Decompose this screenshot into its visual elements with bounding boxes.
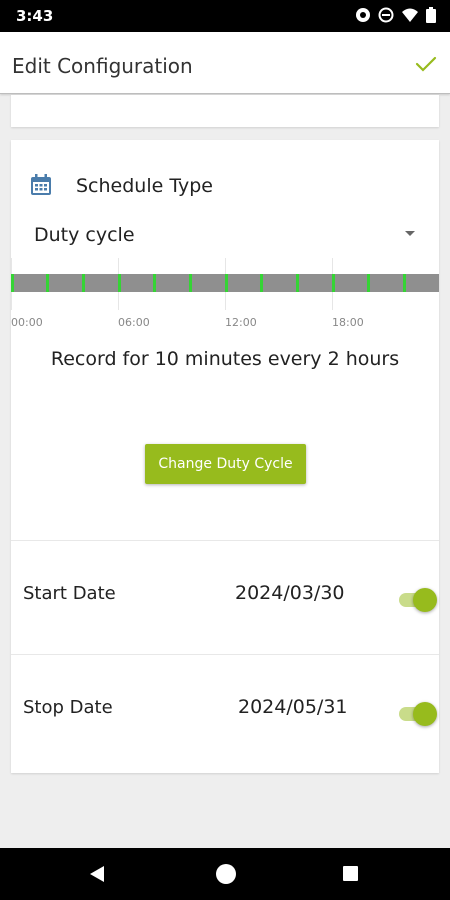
schedule-type-dropdown[interactable]: Duty cycle	[23, 214, 415, 254]
timeline-record-tick	[367, 274, 370, 292]
duty-cycle-summary: Record for 10 minutes every 2 hours	[50, 348, 400, 370]
timeline-record-tick	[189, 274, 192, 292]
home-icon[interactable]	[216, 864, 236, 884]
timeline-record-tick	[296, 274, 299, 292]
timeline-record-tick	[11, 274, 14, 292]
schedule-card: Schedule Type Duty cycle 00:00 06:00 12:…	[11, 140, 439, 773]
previous-settings-card	[11, 95, 439, 127]
schedule-type-value: Duty cycle	[34, 224, 135, 246]
duty-cycle-timeline: 00:00 06:00 12:00 18:00	[11, 258, 439, 338]
timeline-record-tick	[118, 274, 121, 292]
calendar-icon	[30, 174, 52, 196]
do-not-disturb-icon	[378, 7, 394, 28]
timeline-record-tick	[260, 274, 263, 292]
timeline-record-tick	[225, 274, 228, 292]
timeline-record-tick	[153, 274, 156, 292]
check-icon[interactable]	[414, 54, 438, 74]
divider	[11, 540, 439, 541]
timeline-record-tick	[332, 274, 335, 292]
start-date-label: Start Date	[23, 583, 116, 604]
divider	[11, 654, 439, 655]
status-icons	[355, 7, 436, 28]
start-date-toggle[interactable]	[399, 587, 437, 613]
status-bar: 3:43	[0, 0, 450, 32]
recents-icon[interactable]	[343, 866, 358, 881]
change-duty-cycle-button[interactable]: Change Duty Cycle	[145, 444, 306, 484]
stop-date-label: Stop Date	[23, 697, 113, 718]
timeline-label: 06:00	[118, 316, 150, 329]
status-time: 3:43	[16, 7, 54, 25]
eye-icon	[355, 7, 371, 28]
app-bar: Edit Configuration	[0, 32, 450, 94]
timeline-label: 12:00	[225, 316, 257, 329]
timeline-record-tick	[403, 274, 406, 292]
timeline-label: 00:00	[11, 316, 43, 329]
battery-icon	[426, 7, 436, 28]
timeline-label: 18:00	[332, 316, 364, 329]
toggle-thumb	[413, 702, 437, 726]
system-nav-bar	[0, 848, 450, 900]
timeline-record-tick	[82, 274, 85, 292]
timeline-record-tick	[46, 274, 49, 292]
page-title: Edit Configuration	[12, 54, 193, 78]
dropdown-arrow-icon	[405, 231, 415, 236]
back-icon[interactable]	[90, 866, 104, 882]
toggle-thumb	[413, 588, 437, 612]
schedule-type-label: Schedule Type	[76, 175, 213, 197]
wifi-icon	[401, 7, 419, 28]
stop-date-value[interactable]: 2024/05/31	[238, 696, 348, 718]
stop-date-toggle[interactable]	[399, 701, 437, 727]
start-date-value[interactable]: 2024/03/30	[235, 582, 345, 604]
